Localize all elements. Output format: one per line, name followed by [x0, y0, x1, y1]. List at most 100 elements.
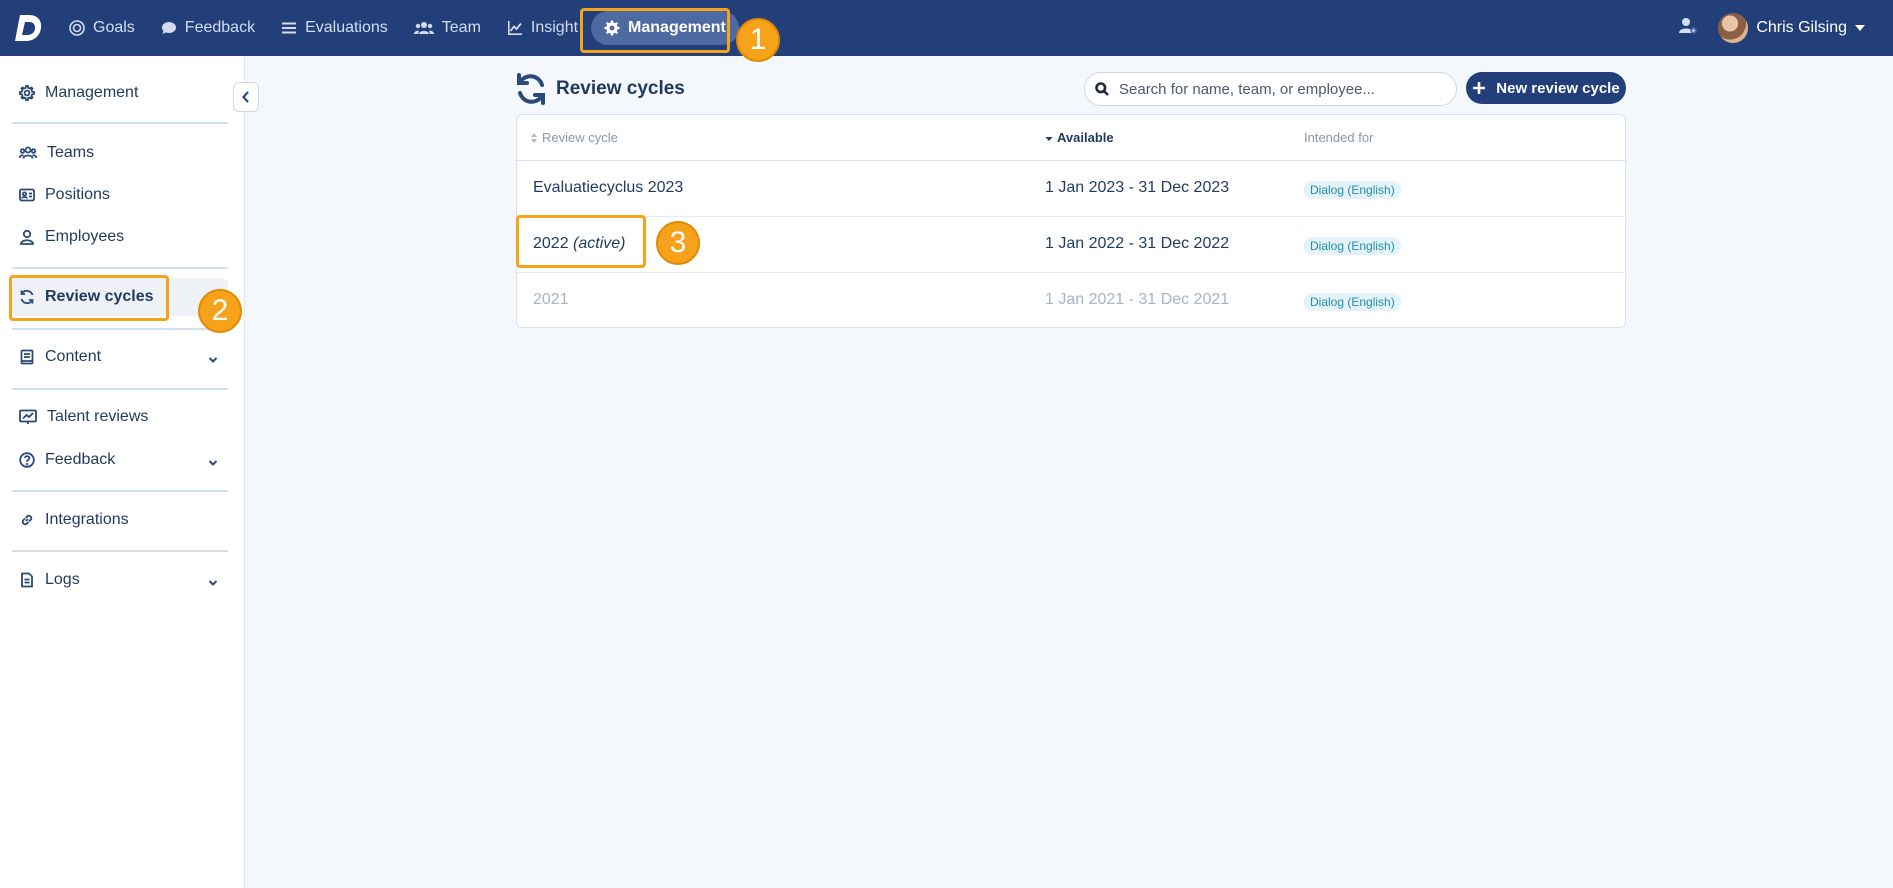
table-row[interactable]: Evaluatiecyclus 2023 1 Jan 2023 - 31 Dec… — [517, 161, 1627, 217]
sidebar-item-label: Management — [45, 84, 139, 101]
table-row[interactable]: 2021 1 Jan 2021 - 31 Dec 2021 Dialog (En… — [517, 273, 1627, 329]
chart-icon — [507, 21, 522, 35]
sidebar-item-label: Content — [45, 348, 102, 365]
highlight-review-cycles — [9, 275, 169, 321]
column-header-available[interactable]: Available — [1045, 130, 1114, 145]
nav-evaluations[interactable]: Evaluations — [268, 11, 401, 45]
available-range: 1 Jan 2023 - 31 Dec 2023 — [1045, 179, 1230, 196]
page-title: Review cycles — [556, 78, 685, 99]
search-input[interactable] — [1119, 80, 1439, 98]
user-settings-icon[interactable] — [1678, 16, 1698, 41]
sidebar: Management Teams Positions Employees Rev… — [0, 56, 245, 888]
column-header-label: Available — [1057, 130, 1114, 145]
sidebar-item-label: Logs — [45, 571, 80, 588]
chevron-down-icon — [208, 575, 218, 586]
sidebar-collapse-button[interactable] — [233, 82, 259, 112]
sidebar-item-integrations[interactable]: Integrations — [12, 501, 228, 539]
plus-icon — [1473, 82, 1486, 94]
caret-down-icon — [1855, 25, 1865, 31]
sidebar-item-label: Talent reviews — [47, 408, 149, 425]
nav-team[interactable]: Team — [401, 11, 494, 45]
user-menu[interactable]: Chris Gilsing — [1718, 13, 1865, 43]
file-icon — [21, 572, 33, 588]
step-badge-3-label: 3 — [669, 226, 687, 259]
sidebar-divider — [12, 328, 228, 330]
nav-goals-label: Goals — [93, 19, 135, 36]
link-icon — [21, 514, 33, 526]
nav-feedback-label: Feedback — [184, 19, 256, 36]
highlight-active-cycle — [516, 215, 646, 268]
new-review-cycle-label: New review cycle — [1496, 79, 1620, 97]
step-badge-3: 3 — [656, 221, 700, 265]
step-badge-2: 2 — [198, 289, 242, 333]
sidebar-item-positions[interactable]: Positions — [12, 176, 228, 214]
search-box[interactable] — [1084, 72, 1457, 106]
chevron-down-icon — [208, 352, 218, 363]
sidebar-item-label: Feedback — [45, 451, 116, 468]
user-icon — [20, 229, 34, 245]
highlight-management — [580, 8, 730, 53]
search-icon — [1095, 82, 1109, 96]
users-icon — [19, 146, 37, 159]
column-header-intended-for[interactable]: Intended for — [1304, 130, 1373, 145]
nav-evaluations-label: Evaluations — [305, 19, 388, 36]
chevron-down-icon — [208, 455, 218, 466]
column-header-label: Intended for — [1304, 130, 1374, 145]
intended-for-tag: Dialog (English) — [1304, 237, 1401, 255]
gear-icon — [19, 85, 35, 101]
step-badge-1: 1 — [736, 18, 780, 62]
review-cycle-name[interactable]: 2021 — [533, 291, 569, 309]
app-logo[interactable] — [0, 0, 56, 56]
sidebar-item-label: Employees — [45, 228, 125, 245]
sidebar-item-content[interactable]: Content — [12, 338, 228, 376]
nav-team-label: Team — [441, 19, 481, 36]
new-review-cycle-button[interactable]: New review cycle — [1466, 72, 1626, 104]
users-icon — [413, 22, 434, 34]
sidebar-divider — [12, 267, 228, 269]
column-header-label: Review cycle — [542, 130, 618, 145]
step-badge-2-label: 2 — [211, 294, 229, 327]
sidebar-divider — [12, 122, 228, 124]
step-badge-1-label: 1 — [749, 23, 767, 56]
nav-feedback[interactable]: Feedback — [148, 11, 268, 45]
avatar — [1718, 13, 1749, 43]
book-icon — [20, 349, 34, 365]
sidebar-item-employees[interactable]: Employees — [12, 218, 228, 256]
available-range: 1 Jan 2021 - 31 Dec 2021 — [1045, 291, 1230, 308]
review-cycle-name-text: Evaluatiecyclus 2023 — [533, 179, 684, 196]
list-icon — [282, 22, 297, 34]
intended-for-tag: Dialog (English) — [1304, 293, 1401, 311]
sidebar-divider — [12, 388, 228, 390]
sidebar-item-label: Teams — [47, 144, 95, 161]
chevron-left-icon — [242, 91, 249, 103]
id-card-icon — [19, 188, 35, 202]
nav-goals[interactable]: Goals — [56, 11, 148, 45]
review-cycle-name[interactable]: Evaluatiecyclus 2023 — [533, 179, 683, 197]
topbar-right: Chris Gilsing — [1678, 0, 1865, 56]
nav-insight-label: Insight — [530, 19, 579, 36]
sidebar-divider — [12, 550, 228, 552]
available-range: 1 Jan 2022 - 31 Dec 2022 — [1045, 235, 1230, 252]
user-name: Chris Gilsing — [1756, 19, 1847, 36]
target-icon — [69, 20, 85, 36]
question-circle-icon — [19, 452, 35, 468]
top-navbar: Goals Feedback Evaluations Team Insight … — [0, 0, 1893, 56]
sidebar-item-management[interactable]: Management — [12, 74, 228, 112]
sidebar-item-teams[interactable]: Teams — [12, 134, 228, 172]
sidebar-item-label: Positions — [45, 186, 110, 203]
sidebar-divider — [12, 490, 228, 492]
review-cycle-name-text: 2021 — [533, 291, 569, 308]
sidebar-item-logs[interactable]: Logs — [12, 561, 228, 599]
presentation-chart-icon — [19, 409, 37, 424]
sidebar-item-label: Integrations — [45, 511, 129, 528]
intended-for-tag: Dialog (English) — [1304, 181, 1401, 199]
sidebar-item-feedback[interactable]: Feedback — [12, 441, 228, 479]
chat-icon — [161, 22, 176, 34]
sort-icon — [531, 132, 537, 143]
sidebar-item-talent-reviews[interactable]: Talent reviews — [12, 398, 228, 436]
refresh-icon — [514, 72, 548, 106]
sort-desc-icon — [1045, 136, 1053, 141]
column-header-review-cycle[interactable]: Review cycle — [530, 130, 618, 145]
table-header: Review cycle Available Intended for — [517, 115, 1627, 161]
nav-insight[interactable]: Insight — [494, 11, 591, 45]
